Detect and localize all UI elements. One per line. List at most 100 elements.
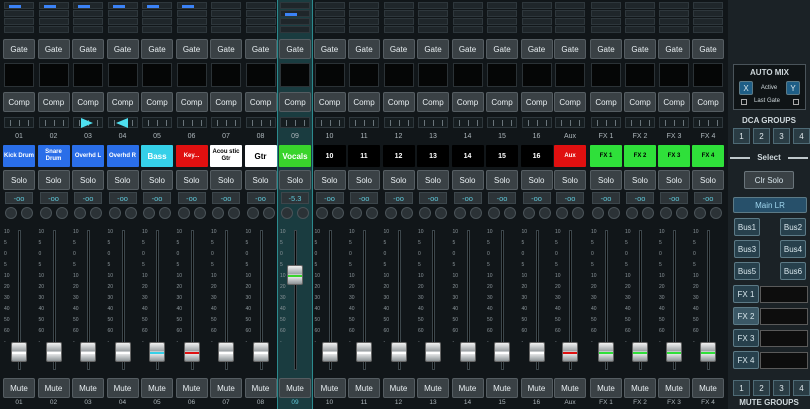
mute-button[interactable]: Mute [554,378,586,398]
pan-knob[interactable] [556,207,568,219]
fader-cap[interactable] [666,342,682,362]
pan-knob[interactable] [55,207,68,219]
channel-name[interactable]: Aux [554,145,586,167]
comp-button[interactable]: Comp [624,92,656,112]
channel-name[interactable]: FX 2 [624,145,656,167]
dca-group-button[interactable]: 2 [753,128,770,144]
dca-group-button[interactable]: 3 [773,128,790,144]
pan-knob[interactable] [90,207,102,219]
comp-button[interactable]: Comp [141,92,173,112]
comp-button[interactable]: Comp [382,92,415,112]
solo-button[interactable]: Solo [72,170,104,190]
channel-name[interactable]: Bass [141,145,173,167]
fader-cap[interactable] [252,342,269,362]
solo-button[interactable]: Solo [244,170,277,190]
pan-knob[interactable] [74,207,86,219]
mute-group-button[interactable]: 2 [753,380,770,396]
last-gate-checkbox-left[interactable] [741,99,747,105]
channel-name[interactable]: Key... [175,145,208,167]
pan-knob[interactable] [419,207,431,219]
gate-button[interactable]: Gate [486,39,518,59]
mute-button[interactable]: Mute [348,378,380,398]
fader-cap[interactable] [494,342,510,362]
mute-button[interactable]: Mute [382,378,415,398]
comp-button[interactable]: Comp [279,92,311,112]
comp-button[interactable]: Comp [692,92,724,112]
gate-button[interactable]: Gate [244,39,277,59]
comp-button[interactable]: Comp [486,92,518,112]
gate-button[interactable]: Gate [37,39,70,59]
bus-button[interactable]: Bus1 [734,218,760,236]
auto-mix-x-button[interactable]: X [739,81,753,95]
solo-button[interactable]: Solo [382,170,415,190]
pan-knob[interactable] [626,207,638,219]
channel-name[interactable]: Gtr [244,145,277,167]
solo-button[interactable]: Solo [520,170,553,190]
comp-button[interactable]: Comp [72,92,104,112]
pan-knob[interactable] [366,207,378,219]
solo-button[interactable]: Solo [313,170,346,190]
pan-knob[interactable] [488,207,500,219]
pan-knob[interactable] [212,207,224,219]
solo-button[interactable]: Solo [37,170,70,190]
mute-button[interactable]: Mute [141,378,173,398]
fader-cap[interactable] [700,342,716,362]
pan-knob[interactable] [642,207,654,219]
fader-cap[interactable] [632,342,648,362]
pan-knob[interactable] [694,207,706,219]
mute-button[interactable]: Mute [692,378,724,398]
bus-button[interactable]: Bus2 [780,218,806,236]
channel-name[interactable]: FX 3 [658,145,690,167]
solo-button[interactable]: Solo [106,170,139,190]
pan-knob[interactable] [538,207,551,219]
pan-knob[interactable] [177,207,190,219]
gate-button[interactable]: Gate [175,39,208,59]
dca-group-button[interactable]: 4 [793,128,810,144]
channel-name[interactable]: 16 [520,145,553,167]
mute-button[interactable]: Mute [3,378,35,398]
comp-button[interactable]: Comp [658,92,690,112]
channel-name[interactable]: 10 [313,145,346,167]
fx-return-button[interactable]: FX 1 [733,285,759,303]
solo-button[interactable]: Solo [658,170,690,190]
comp-button[interactable]: Comp [3,92,35,112]
fader-cap[interactable] [321,342,338,362]
pan-knob[interactable] [453,207,466,219]
fader-cap[interactable] [149,342,165,362]
pan-knob[interactable] [660,207,672,219]
clear-solo-button[interactable]: Clr Solo [744,171,794,189]
fader-cap[interactable] [562,342,578,362]
pan-knob[interactable] [710,207,722,219]
pan-knob[interactable] [281,207,293,219]
fader-cap[interactable] [598,342,614,362]
mute-button[interactable]: Mute [210,378,242,398]
mute-group-button[interactable]: 1 [733,380,750,396]
fader-cap[interactable] [356,342,372,362]
solo-button[interactable]: Solo [624,170,656,190]
mute-button[interactable]: Mute [279,378,311,398]
fader-cap[interactable] [528,342,545,362]
dca-group-button[interactable]: 1 [733,128,750,144]
pan-knob[interactable] [469,207,482,219]
comp-button[interactable]: Comp [210,92,242,112]
solo-button[interactable]: Solo [417,170,449,190]
channel-name[interactable]: 11 [348,145,380,167]
pan-knob[interactable] [21,207,33,219]
fx-return-button[interactable]: FX 4 [733,351,759,369]
channel-name[interactable]: FX 1 [590,145,622,167]
gate-button[interactable]: Gate [382,39,415,59]
gate-button[interactable]: Gate [590,39,622,59]
mute-button[interactable]: Mute [37,378,70,398]
solo-button[interactable]: Solo [348,170,380,190]
bus-button[interactable]: Bus3 [734,240,760,258]
mute-button[interactable]: Mute [175,378,208,398]
last-gate-checkbox-right[interactable] [793,99,799,105]
pan-knob[interactable] [143,207,155,219]
comp-button[interactable]: Comp [175,92,208,112]
channel-name[interactable]: 12 [382,145,415,167]
pan-knob[interactable] [400,207,413,219]
pan-knob[interactable] [5,207,17,219]
mute-group-button[interactable]: 4 [793,380,810,396]
pan-knob[interactable] [350,207,362,219]
pan-knob[interactable] [228,207,240,219]
